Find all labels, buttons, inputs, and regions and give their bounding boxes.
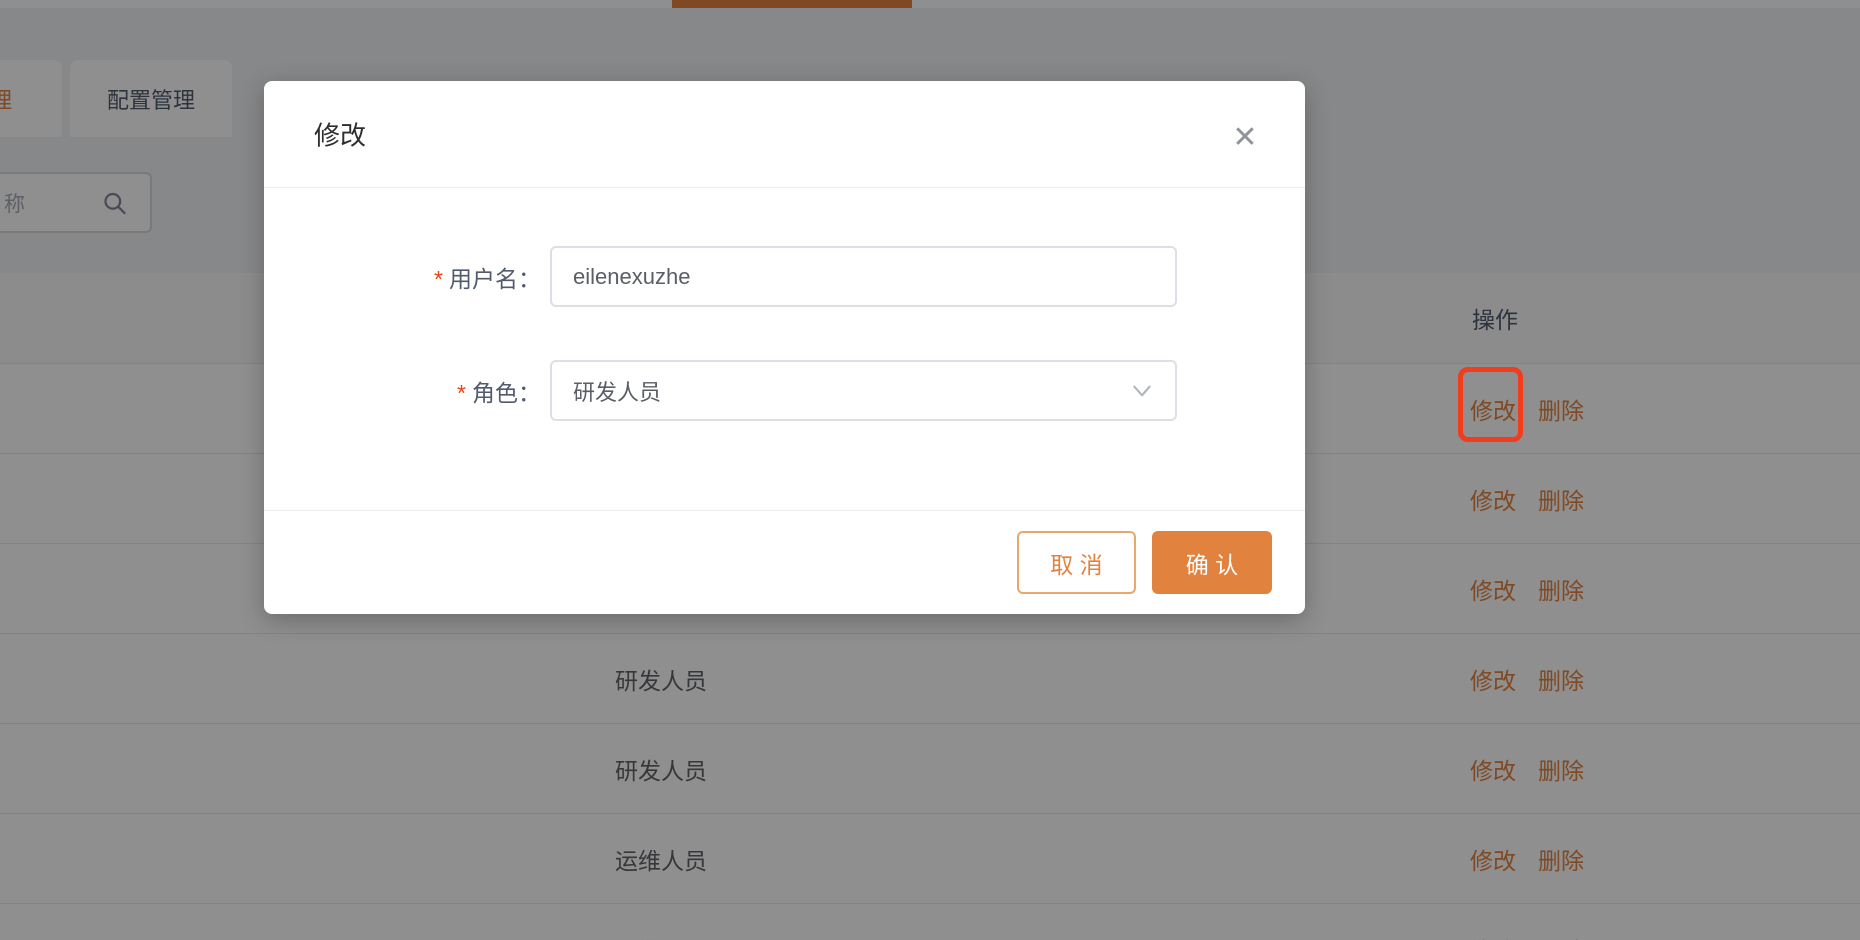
- role-label: *角色：: [457, 374, 541, 408]
- required-mark: *: [434, 266, 443, 292]
- role-form-row: *角色： 研发人员: [264, 360, 1305, 421]
- username-form-row: *用户名：: [264, 246, 1305, 307]
- dialog-title: 修改: [314, 116, 366, 153]
- chevron-down-icon: [1129, 378, 1155, 404]
- role-select[interactable]: 研发人员: [550, 360, 1177, 421]
- username-label-text: 用户名：: [449, 266, 541, 292]
- username-field[interactable]: [550, 246, 1177, 307]
- edit-dialog: 修改 ✕ *用户名： *角色： 研发人员 取 消 确 认: [264, 81, 1305, 614]
- required-mark: *: [457, 380, 466, 406]
- cancel-button[interactable]: 取 消: [1017, 531, 1136, 594]
- footer-divider: [264, 510, 1305, 511]
- role-selected-value: 研发人员: [573, 375, 1133, 407]
- screenshot-canvas: 理 配置管理 称 操作 修改 删除 修改 删除: [0, 0, 1860, 940]
- close-icon[interactable]: ✕: [1225, 117, 1265, 157]
- dialog-header: 修改 ✕: [264, 81, 1305, 188]
- role-label-text: 角色：: [472, 380, 541, 406]
- confirm-button[interactable]: 确 认: [1152, 531, 1272, 594]
- username-input[interactable]: [573, 264, 1133, 290]
- username-label: *用户名：: [434, 260, 541, 294]
